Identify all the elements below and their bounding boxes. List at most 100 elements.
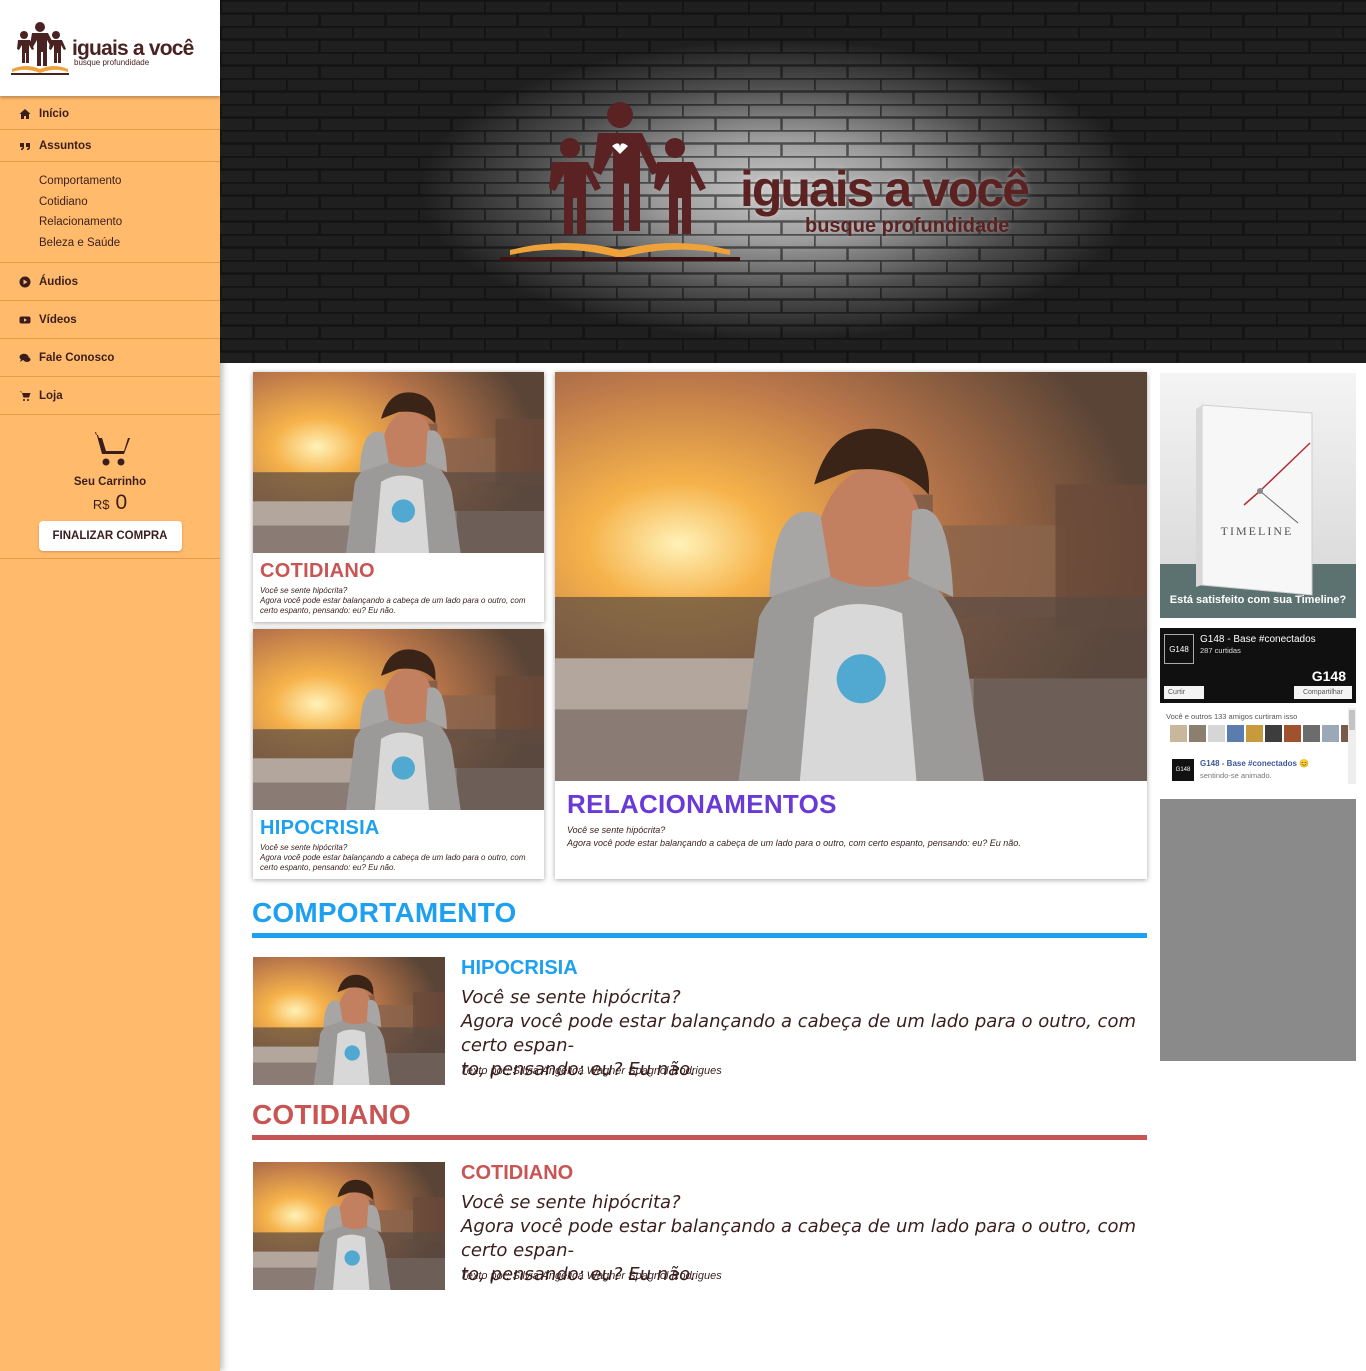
card-excerpt-line: Agora você pode estar balançando a cabeç… [260, 596, 526, 615]
ad-placeholder [1160, 799, 1356, 1061]
quote-icon [19, 140, 31, 152]
fb-post-avatar: G148 [1172, 759, 1194, 781]
card-title: HIPOCRISIA [260, 817, 380, 839]
avatar[interactable] [1170, 725, 1187, 742]
facebook-page-widget[interactable]: G148 G148 - Base #conectados 287 curtida… [1160, 628, 1356, 784]
cart-total: R$ 0 [0, 491, 220, 515]
post-title[interactable]: HIPOCRISIA [461, 957, 578, 980]
cart-widget: Seu Carrinho R$ 0 FINALIZAR COMPRA [0, 415, 220, 559]
comments-icon [19, 352, 31, 364]
cart-total-value: 0 [115, 491, 128, 514]
nav-item-assuntos[interactable]: Assuntos [0, 130, 220, 162]
post-thumbnail[interactable] [253, 957, 445, 1085]
nav-item-inicio[interactable]: Início [0, 96, 220, 130]
hero-banner: iguais a você busque profundidade [220, 0, 1366, 363]
nav-item-fale-conosco[interactable]: Fale Conosco [0, 339, 220, 377]
card-excerpt: Você se sente hipócrita? Agora você pode… [260, 843, 544, 873]
avatar[interactable] [1246, 725, 1263, 742]
ad-book-title: TIMELINE [1221, 524, 1294, 538]
card-excerpt-line: Agora você pode estar balançando a cabeç… [260, 853, 526, 872]
cart-icon[interactable] [0, 429, 220, 474]
avatar[interactable] [1265, 725, 1282, 742]
avatar[interactable] [1303, 725, 1320, 742]
card-excerpt-line: Agora você pode estar balançando a cabeç… [567, 838, 1021, 848]
subnav-assuntos: Comportamento Cotidiano Relacionamento B… [0, 162, 220, 263]
post-title[interactable]: COTIDIANO [461, 1162, 573, 1185]
cart-label: Seu Carrinho [73, 476, 147, 488]
avatar[interactable] [1208, 725, 1225, 742]
section-divider [252, 1135, 1147, 1140]
featured-photo [253, 629, 544, 810]
fb-post-status: sentindo-se animado. [1200, 771, 1272, 780]
card-excerpt-line: Você se sente hipócrita? [260, 843, 348, 852]
subnav-item-beleza-e-saude[interactable]: Beleza e Saúde [39, 233, 220, 254]
page: iguais a você busque profundidade Início… [0, 0, 1366, 1371]
fb-friend-avatars [1170, 725, 1356, 742]
section-divider [252, 933, 1147, 938]
avatar[interactable] [1227, 725, 1244, 742]
section-title-comportamento[interactable]: COMPORTAMENTO [252, 897, 516, 929]
card-title: RELACIONAMENTOS [567, 789, 837, 819]
post-hipocrisia: HIPOCRISIA Você se sente hipócrita? Agor… [253, 957, 1147, 1085]
post-thumbnail[interactable] [253, 1162, 445, 1290]
nav-label: Áudios [39, 275, 78, 288]
nav-item-loja[interactable]: Loja [0, 377, 220, 415]
card-excerpt: Você se sente hipócrita? Agora você pode… [260, 586, 544, 616]
nav-label: Início [39, 108, 70, 120]
post-cotidiano: COTIDIANO Você se sente hipócrita? Agora… [253, 1162, 1147, 1290]
timeline-ad-banner[interactable]: TIMELINE Está satisfeito com sua Timelin… [1160, 373, 1356, 618]
timeline-book-image: TIMELINE [1196, 404, 1313, 596]
featured-photo [253, 372, 544, 553]
fb-share-button[interactable]: Compartilhar [1294, 686, 1352, 699]
avatar[interactable] [1322, 725, 1339, 742]
post-excerpt-line: Agora você pode estar balançando a cabeç… [461, 1011, 1136, 1056]
section-title-cotidiano[interactable]: COTIDIANO [252, 1099, 411, 1131]
nav-item-videos[interactable]: Vídeos [0, 301, 220, 339]
nav-label: Assuntos [39, 139, 92, 152]
nav-label: Fale Conosco [39, 351, 115, 364]
post-author: Texto por: Silvia Angélica Wagner Spagno… [461, 1065, 722, 1077]
card-title: COTIDIANO [260, 560, 375, 582]
card-excerpt: Você se sente hipócrita? Agora você pode… [567, 824, 1021, 850]
featured-card-relacionamentos[interactable]: RELACIONAMENTOS Você se sente hipócrita?… [555, 372, 1147, 879]
featured-card-cotidiano[interactable]: COTIDIANO Você se sente hipócrita? Agora… [253, 372, 544, 622]
logo-title: iguais a você [72, 37, 194, 60]
ad-caption: Está satisfeito com sua Timeline? [1169, 594, 1347, 606]
site-logo[interactable]: iguais a você busque profundidade [0, 0, 220, 96]
subnav-item-cotidiano[interactable]: Cotidiano [39, 192, 220, 213]
fb-like-button[interactable]: Curtir [1164, 686, 1204, 699]
featured-photo [555, 372, 1147, 781]
card-excerpt-line: Você se sente hipócrita? [567, 825, 666, 835]
avatar[interactable] [1284, 725, 1301, 742]
banner-subtitle: busque profundidade [805, 215, 1010, 237]
post-excerpt-line: Você se sente hipócrita? [461, 987, 681, 1008]
checkout-button[interactable]: FINALIZAR COMPRA [38, 521, 182, 551]
fb-like-count: 287 curtidas [1200, 646, 1241, 655]
sidebar: iguais a você busque profundidade Início… [0, 0, 220, 1371]
cart-currency: R$ [92, 497, 110, 512]
fb-scrollbar[interactable] [1348, 708, 1356, 784]
play-circle-icon [19, 276, 31, 288]
main-nav: Início Assuntos Comportamento Cotidiano … [0, 96, 220, 415]
shopping-cart-icon [19, 390, 31, 402]
logo-subtitle: busque profundidade [74, 58, 150, 67]
logo-figures-icon [11, 22, 69, 75]
fb-page-logo: G148 [1164, 634, 1194, 664]
fb-friends-text: Você e outros 133 amigos curtiram isso [1166, 712, 1298, 721]
home-icon [19, 108, 31, 120]
post-author: Texto por: Silvia Angélica Wagner Spagno… [461, 1270, 722, 1282]
avatar[interactable] [1189, 725, 1206, 742]
nav-label: Loja [39, 389, 63, 402]
fb-post-author[interactable]: G148 - Base #conectados 😊 [1200, 759, 1309, 768]
subnav-item-relacionamento[interactable]: Relacionamento [39, 212, 220, 233]
banner-title: iguais a você [740, 161, 1030, 217]
fb-cover-logo: G148 [1311, 668, 1346, 684]
subnav-item-comportamento[interactable]: Comportamento [39, 171, 220, 192]
featured-card-hipocrisia[interactable]: HIPOCRISIA Você se sente hipócrita? Agor… [253, 629, 544, 879]
fb-page-name[interactable]: G148 - Base #conectados [1200, 634, 1316, 645]
nav-item-audios[interactable]: Áudios [0, 263, 220, 301]
nav-label: Vídeos [39, 313, 77, 326]
card-excerpt-line: Você se sente hipócrita? [260, 586, 348, 595]
youtube-play-icon [19, 314, 31, 326]
post-excerpt-line: Agora você pode estar balançando a cabeç… [461, 1216, 1136, 1261]
